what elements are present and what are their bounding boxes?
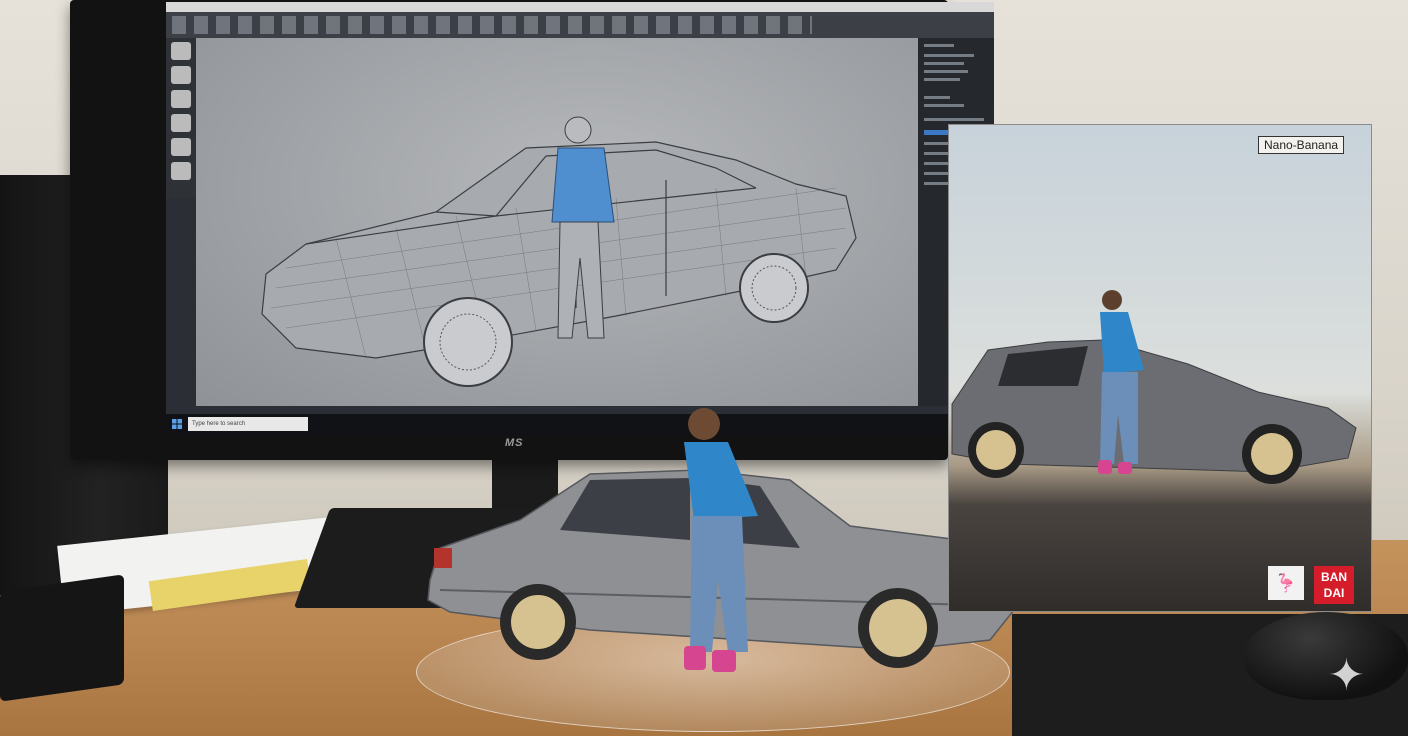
box-brand-label: Nano-Banana [1258, 136, 1345, 154]
photo-scene: Type here to search MS Nano-Banana 🦩 BAN… [0, 0, 1408, 736]
sparkle-icon: ✦ [1328, 651, 1365, 700]
bird-icon: 🦩 [1268, 566, 1304, 600]
box-art-car [951, 339, 1357, 484]
product-box [948, 124, 1372, 612]
box-artwork [951, 290, 1357, 484]
computer-mouse [1244, 612, 1408, 700]
bandai-logo: BAN DAI [1314, 566, 1354, 604]
